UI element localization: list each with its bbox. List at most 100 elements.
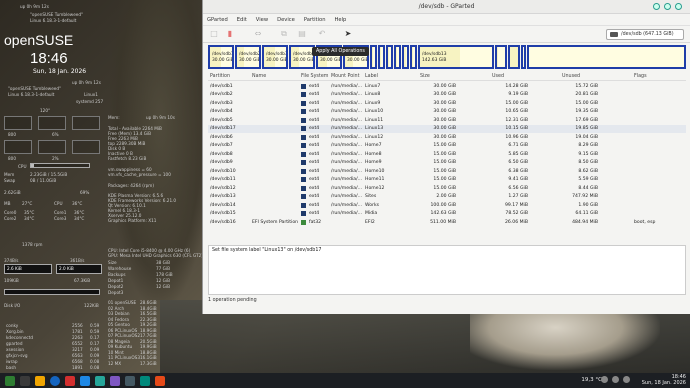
- undo-icon[interactable]: ↶: [317, 29, 327, 39]
- map-partition[interactable]: [378, 45, 385, 69]
- disk-name-1: Warehouse: [108, 266, 132, 271]
- cell-fs: ext4: [309, 117, 320, 123]
- filesystem-color-swatch: [301, 219, 306, 225]
- map-partition[interactable]: /dev/sdb1 30.00 GiB: [208, 45, 234, 69]
- map-partition[interactable]: [370, 45, 377, 69]
- menu-partition[interactable]: Partition: [304, 17, 326, 23]
- menu-view[interactable]: View: [256, 17, 268, 23]
- proc-cpu-6: 0.08: [90, 359, 100, 364]
- map-partition[interactable]: [410, 45, 417, 69]
- map-partition-label: /dev/sdb1 30.00 GiB: [212, 52, 234, 63]
- cell-used: 6.71 GiB: [508, 143, 528, 148]
- taskbar-app-icon[interactable]: [155, 375, 165, 386]
- cpu-graph-2: [38, 116, 66, 130]
- paste-icon[interactable]: ▤: [297, 29, 307, 39]
- cell-unused: 747.92 MiB: [572, 194, 598, 199]
- map-used-fill: [372, 47, 374, 67]
- map-partition[interactable]: [394, 45, 401, 69]
- col-size[interactable]: Size: [420, 74, 430, 79]
- filesystem-color-swatch: [301, 109, 306, 114]
- delete-partition-icon[interactable]: ▮: [225, 29, 235, 39]
- proc-cpu-2: 0.17: [90, 335, 100, 340]
- temp-core1-value: 36°C: [74, 210, 85, 215]
- resize-move-icon[interactable]: ⇔: [253, 29, 263, 39]
- table-row[interactable]: /dev/sdb3 ext4/run/media/... Linux9 30.00 G…: [208, 99, 686, 108]
- col-used[interactable]: Used: [492, 74, 504, 79]
- col-mountpoint[interactable]: Mount Point: [331, 74, 359, 79]
- menu-gparted[interactable]: GParted: [207, 17, 228, 23]
- col-name[interactable]: Name: [252, 74, 266, 79]
- taskbar-app-icon[interactable]: [80, 375, 90, 386]
- col-label[interactable]: Label: [365, 74, 378, 79]
- cell-label: Linux8: [365, 92, 381, 97]
- table-row[interactable]: /dev/sdb2 ext4/run/media/... Linux8 30.00 G…: [208, 91, 686, 100]
- table-row[interactable]: /dev/sdb15 ext4/run/media/... Midia 142.63 …: [208, 210, 686, 219]
- table-row[interactable]: /dev/sdb13 ext4/run/media/... Sites 2.00 Gi…: [208, 193, 686, 202]
- apply-icon[interactable]: ➤: [343, 29, 353, 39]
- taskbar-app-icon[interactable]: [50, 375, 60, 386]
- volume-icon[interactable]: [601, 376, 608, 383]
- table-row[interactable]: /dev/sdb5 ext4/run/media/... Linux11 30.00 …: [208, 116, 686, 125]
- clock[interactable]: 18:46 Sun, 18 Jan. 2026: [642, 374, 686, 386]
- taskbar-app-icon[interactable]: [35, 375, 45, 386]
- map-partition[interactable]: [386, 45, 393, 69]
- copy-icon[interactable]: ⧉: [279, 29, 289, 39]
- network-icon[interactable]: [612, 376, 619, 383]
- device-selector[interactable]: /dev/sdb (647.13 GiB): [606, 29, 684, 40]
- cell-used: 6.56 GiB: [508, 185, 528, 191]
- col-filesystem[interactable]: File System: [301, 74, 328, 79]
- col-partition[interactable]: Partition: [210, 74, 230, 79]
- partition-table-header: Partition Name File System Mount Point L…: [208, 73, 686, 81]
- pending-operation[interactable]: Set file system label "Linux13" on /dev/…: [212, 248, 321, 253]
- window-titlebar[interactable]: /dev/sdb - GParted: [203, 0, 690, 14]
- table-row[interactable]: /dev/sdb11 ext4/run/media/... Home11 15.00 …: [208, 176, 686, 185]
- map-partition[interactable]: [508, 45, 520, 69]
- table-row[interactable]: /dev/sdb9 ext4/run/media/... Home9 15.00 Gi…: [208, 159, 686, 168]
- taskbar-app-icon[interactable]: [5, 375, 15, 386]
- table-row[interactable]: /dev/sdb12 ext4/run/media/... Home12 15.00 …: [208, 184, 686, 193]
- table-row[interactable]: /dev/sdb16 EFI System Partition fat32 EFI2 5…: [208, 218, 686, 227]
- table-row[interactable]: /dev/sdb10 ext4/run/media/... Home10 15.00 …: [208, 167, 686, 176]
- col-unused[interactable]: Unused: [562, 74, 580, 79]
- table-row[interactable]: /dev/sdb17 ext4/run/media/... Linux13 30.00…: [208, 124, 686, 133]
- table-row[interactable]: /dev/sdb4 ext4/run/media/... Linux10 30.00 …: [208, 108, 686, 117]
- cell-size: 15.00 GiB: [433, 168, 456, 174]
- notifications-icon[interactable]: [623, 376, 630, 383]
- map-partition[interactable]: [495, 45, 507, 69]
- cell-partition: /dev/sdb7: [210, 143, 233, 148]
- weather-widget[interactable]: 19,3 °C: [581, 377, 602, 383]
- part-name-4: 05 Gentoo: [108, 322, 130, 327]
- temp-cpu-value: 36°C: [72, 201, 83, 206]
- taskbar-app-icon[interactable]: [95, 375, 105, 386]
- close-button[interactable]: [675, 3, 682, 10]
- col-flags[interactable]: Flags: [634, 74, 647, 79]
- menu-help[interactable]: Help: [334, 17, 346, 23]
- map-partition[interactable]: [527, 45, 686, 69]
- table-row[interactable]: /dev/sdb7 ext4/run/media/... Home7 15.00 Gi…: [208, 142, 686, 151]
- menu-edit[interactable]: Edit: [237, 17, 247, 23]
- new-partition-icon[interactable]: □: [209, 29, 219, 39]
- maximize-button[interactable]: [664, 3, 671, 10]
- map-partition[interactable]: [402, 45, 409, 69]
- minimize-button[interactable]: [653, 3, 660, 10]
- table-row[interactable]: /dev/sdb14 ext4/run/media/... Works 100.00 …: [208, 201, 686, 210]
- map-partition[interactable]: /dev/sdb2 30.00 GiB: [235, 45, 261, 69]
- table-row[interactable]: /dev/sdb1 ext4/run/media/... Linux7 30.00 G…: [208, 82, 686, 91]
- map-partition[interactable]: /dev/sdb3 30.00 GiB: [262, 45, 288, 69]
- menu-device[interactable]: Device: [277, 17, 295, 23]
- table-row[interactable]: /dev/sdb8 ext4/run/media/... Home8 15.00 Gi…: [208, 150, 686, 159]
- cell-label: Works: [365, 202, 380, 208]
- cell-mount: /run/media/...: [331, 185, 363, 191]
- cell-unused: 8.29 GiB: [578, 143, 598, 148]
- map-partition[interactable]: [521, 45, 526, 69]
- taskbar-app-icon[interactable]: [140, 375, 150, 386]
- cell-mount: /run/media/...: [331, 100, 363, 106]
- cell-size: 30.00 GiB: [433, 92, 456, 97]
- table-row[interactable]: /dev/sdb6 ext4/run/media/... Linux12 30.00 …: [208, 133, 686, 142]
- taskbar-app-icon[interactable]: [125, 375, 135, 386]
- filesystem-color-swatch: [301, 100, 306, 106]
- taskbar-app-icon[interactable]: [20, 375, 30, 386]
- taskbar-app-icon[interactable]: [110, 375, 120, 386]
- taskbar-app-icon[interactable]: [65, 375, 75, 386]
- map-partition[interactable]: /dev/sdb13 142.63 GiB: [418, 45, 494, 69]
